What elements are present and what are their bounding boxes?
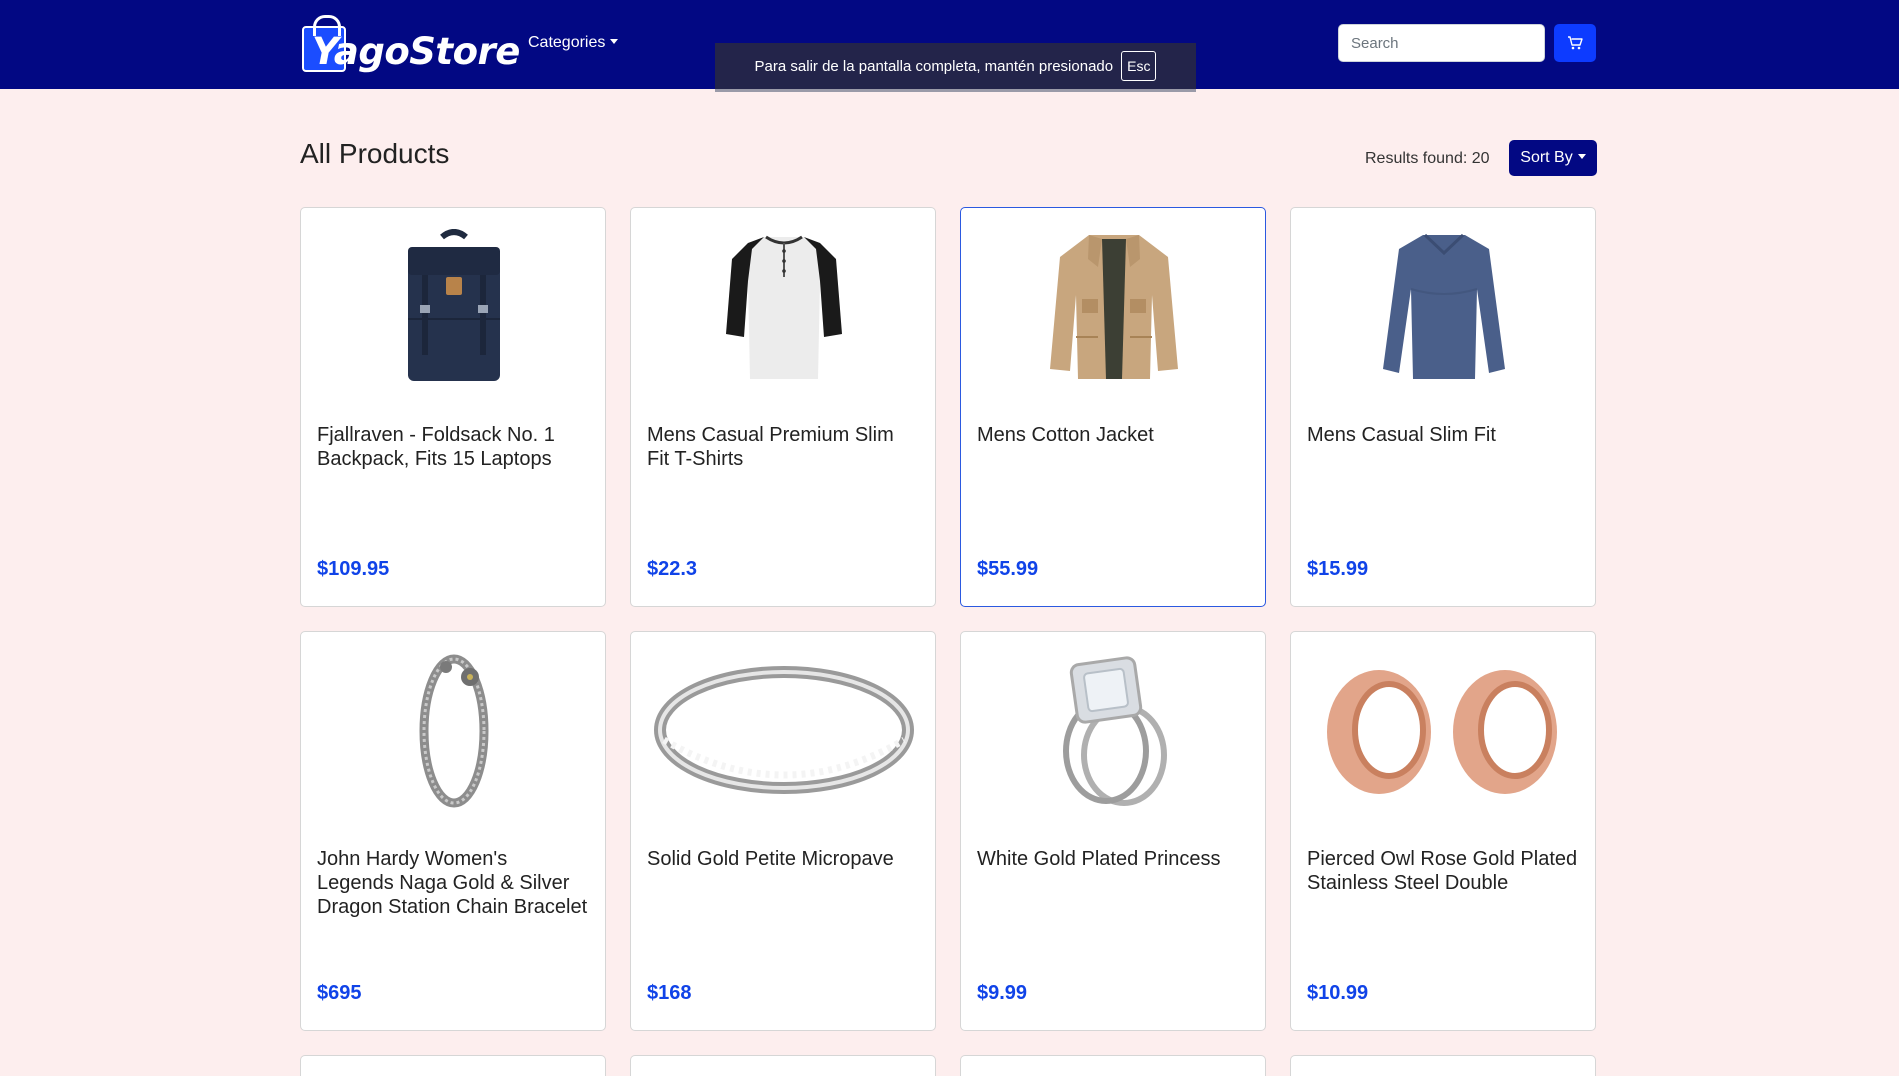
product-title: Fjallraven - Foldsack No. 1 Backpack, Fi… [317,424,555,470]
product-card[interactable]: White Gold Plated Princess $9.99 [960,631,1266,1031]
product-title: John Hardy Women's Legends Naga Gold & S… [317,848,588,918]
product-card[interactable] [630,1055,936,1076]
brand-logo[interactable]: YagoStore [300,12,520,78]
product-title: Mens Casual Premium Slim Fit T-Shirts [647,424,894,470]
product-card[interactable] [300,1055,606,1076]
fullscreen-notice-text: Para salir de la pantalla completa, mant… [754,57,1114,75]
product-card[interactable]: Mens Casual Premium Slim Fit T-Shirts $2… [630,207,936,607]
product-title: Mens Casual Slim Fit [1307,424,1496,446]
diamond-ring-image [961,650,1267,810]
cart-button[interactable] [1554,24,1596,62]
sort-by-label: Sort By [1520,149,1573,166]
caret-down-icon [1577,154,1586,159]
page-title: All Products [300,138,450,169]
backpack-image [301,226,607,386]
brand-name: YagoStore [312,30,520,73]
product-grid: Fjallraven - Foldsack No. 1 Backpack, Fi… [300,207,1597,1076]
product-price: $10.99 [1307,982,1369,1004]
cart-icon [1568,36,1583,50]
caret-down-icon [610,39,619,44]
fullscreen-exit-notice: Para salir de la pantalla completa, mant… [715,43,1196,92]
categories-dropdown[interactable]: Categories [528,34,619,52]
product-price: $168 [647,982,692,1004]
product-card[interactable]: Mens Casual Slim Fit $15.99 [1290,207,1596,607]
product-card[interactable]: John Hardy Women's Legends Naga Gold & S… [300,631,606,1031]
product-price: $22.3 [647,558,698,580]
product-card[interactable] [1290,1055,1596,1076]
product-price: $9.99 [977,982,1028,1004]
longsleeve-image [1291,226,1597,386]
tshirt-image [631,226,937,386]
product-card[interactable]: Mens Cotton Jacket $55.99 [960,207,1266,607]
jacket-image [961,226,1267,386]
product-card[interactable]: Fjallraven - Foldsack No. 1 Backpack, Fi… [300,207,606,607]
product-title: Solid Gold Petite Micropave [647,848,894,870]
product-card[interactable] [960,1055,1266,1076]
product-card[interactable]: Pierced Owl Rose Gold Plated Stainless S… [1290,631,1596,1031]
search-input[interactable] [1338,24,1545,62]
rose-gold-plugs-image [1291,650,1597,810]
ring-image [631,650,937,810]
categories-label: Categories [528,34,606,51]
product-card[interactable]: Solid Gold Petite Micropave $168 [630,631,936,1031]
esc-key-hint: Esc [1121,51,1157,81]
sort-by-dropdown[interactable]: Sort By [1509,140,1597,176]
bracelet-image [301,650,607,810]
product-price: $15.99 [1307,558,1369,580]
product-price: $55.99 [977,558,1039,580]
product-price: $695 [317,982,362,1004]
product-title: White Gold Plated Princess [977,848,1221,870]
product-price: $109.95 [317,558,390,580]
results-count: Results found: 20 [1365,150,1490,167]
product-title: Mens Cotton Jacket [977,424,1154,446]
product-title: Pierced Owl Rose Gold Plated Stainless S… [1307,848,1578,894]
